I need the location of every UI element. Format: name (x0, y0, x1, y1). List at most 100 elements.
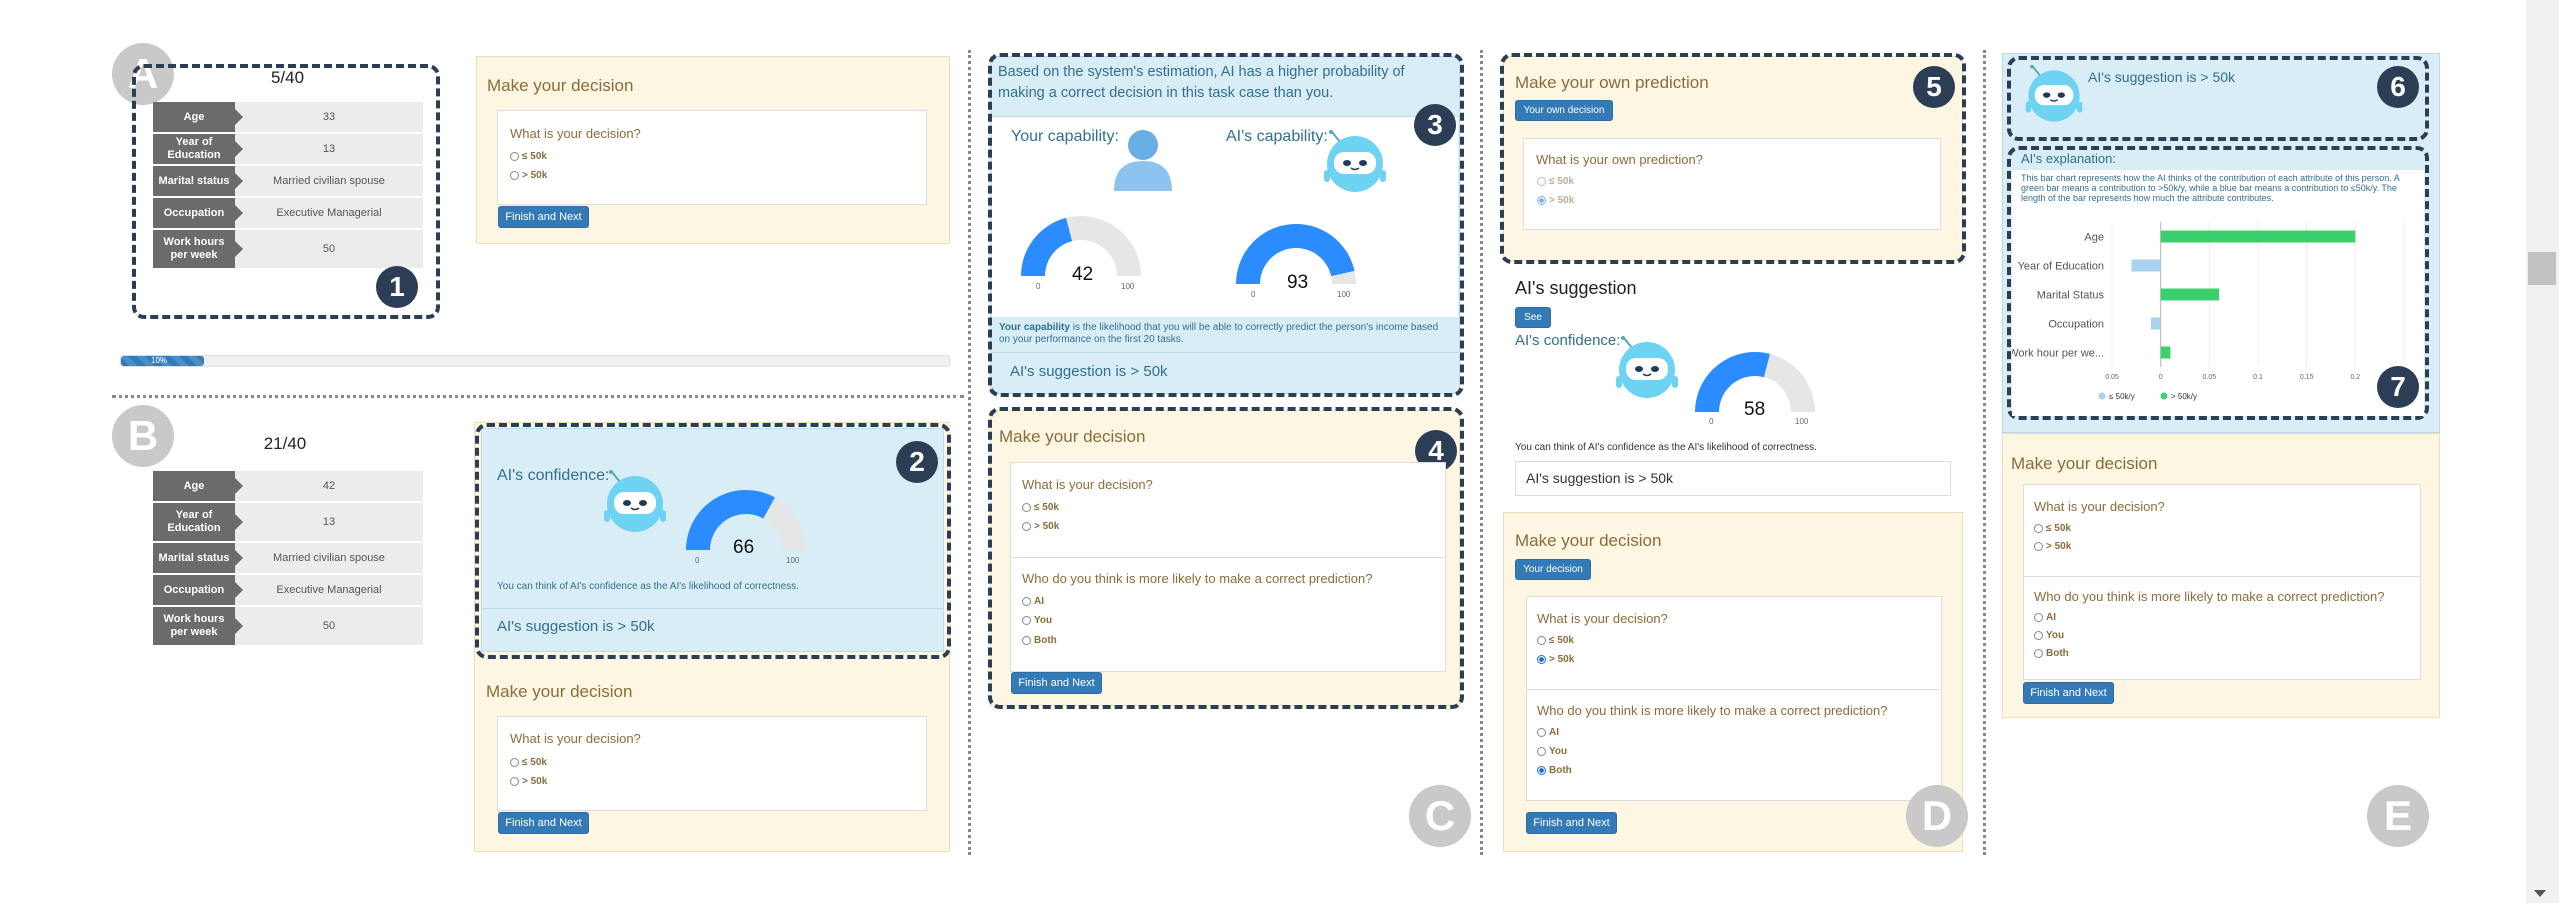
section-divider-ab (112, 395, 964, 398)
attr-label: Occupation (153, 575, 243, 605)
option-ai[interactable]: AI (1537, 727, 1559, 738)
finish-button[interactable]: Finish and Next (498, 812, 589, 834)
radio-icon[interactable] (2034, 631, 2043, 640)
radio-icon[interactable] (1537, 747, 1546, 756)
option-le-50k[interactable]: ≤ 50k (1022, 502, 1059, 513)
option-gt-50k[interactable]: > 50k (510, 170, 547, 181)
question-label: What is your decision? (1022, 477, 1153, 492)
radio-icon[interactable] (1537, 655, 1546, 664)
own-decision-button[interactable]: Your own decision (1515, 100, 1613, 121)
gauge-fill (686, 489, 775, 550)
ai-suggestion: AI's suggestion is > 50k (1010, 363, 1168, 380)
legend-label: > 50k/y (2171, 392, 2197, 401)
robot-icon (1320, 130, 1390, 198)
progress-fill: 10% (121, 356, 204, 366)
radio-icon[interactable] (1022, 503, 1031, 512)
attribute-table: Age 42 Year of Education 13 Marital status… (153, 469, 423, 647)
category-label: Marital Status (2037, 290, 2105, 302)
table-row: Occupation Executive Managerial (153, 198, 423, 228)
x-tick-label: 0 (2159, 374, 2163, 381)
see-button[interactable]: See (1515, 307, 1551, 328)
label-e: E (2367, 785, 2429, 847)
radio-icon[interactable] (1022, 616, 1031, 625)
attr-label: Marital status (153, 543, 243, 573)
task-counter: 5/40 (270, 68, 305, 87)
option-both[interactable]: Both (1022, 635, 1057, 646)
capability-intro: Based on the system's estimation, AI has… (998, 64, 1405, 101)
option-you[interactable]: You (1537, 746, 1567, 757)
radio-icon[interactable] (1537, 728, 1546, 737)
radio-icon[interactable] (510, 758, 519, 767)
attr-value: 13 (235, 134, 423, 164)
gauge-max: 100 (1795, 417, 1809, 426)
radio-icon[interactable] (510, 152, 519, 161)
option-le-50k[interactable]: ≤ 50k (510, 757, 547, 768)
finish-button[interactable]: Finish and Next (1011, 672, 1102, 694)
radio-icon[interactable] (1022, 597, 1031, 606)
option-le-50k[interactable]: ≤ 50k (2034, 523, 2071, 534)
option-ai[interactable]: AI (1022, 596, 1044, 607)
bar (2160, 346, 2171, 359)
radio-icon[interactable] (1022, 636, 1031, 645)
option-gt-50k[interactable]: > 50k (1022, 521, 1059, 532)
attr-value: 13 (235, 503, 423, 541)
radio-icon[interactable] (1537, 636, 1546, 645)
ai-suggestion-title: AI's suggestion (1515, 278, 1637, 298)
confidence-label: AI's confidence: (1515, 332, 1621, 349)
table-row: Marital status Married civilian spouse (153, 543, 423, 573)
option-le-50k[interactable]: ≤ 50k (510, 151, 547, 162)
option-gt-50k[interactable]: > 50k (510, 776, 547, 787)
panel-title: Make your decision (486, 682, 633, 701)
divider (992, 352, 1458, 353)
option-gt-50k[interactable]: > 50k (1537, 195, 1574, 206)
option-gt-50k[interactable]: > 50k (1537, 654, 1574, 665)
option-you[interactable]: You (1022, 615, 1052, 626)
radio-icon[interactable] (2034, 524, 2043, 533)
option-both[interactable]: Both (2034, 648, 2069, 659)
radio-icon[interactable] (1537, 196, 1546, 205)
your-decision-button[interactable]: Your decision (1515, 559, 1591, 580)
radio-icon[interactable] (1537, 177, 1546, 186)
panel-title: Make your decision (999, 427, 1146, 446)
finish-button[interactable]: Finish and Next (2023, 682, 2114, 704)
scroll-down-arrow-icon[interactable] (2534, 890, 2546, 897)
own-prediction-title: Make your own prediction (1515, 73, 1709, 92)
attr-value: Married civilian spouse (235, 543, 423, 573)
question-label: What is your decision? (510, 126, 641, 141)
finish-button[interactable]: Finish and Next (1526, 812, 1617, 834)
radio-icon[interactable] (1022, 522, 1031, 531)
gauge-min: 0 (695, 556, 700, 565)
option-ai[interactable]: AI (2034, 612, 2056, 623)
radio-icon[interactable] (1537, 766, 1546, 775)
bar (2131, 259, 2161, 272)
gauge-max: 100 (1121, 282, 1135, 291)
option-both[interactable]: Both (1537, 765, 1572, 776)
x-tick-label: 0.05 (2203, 374, 2217, 381)
radio-icon[interactable] (2034, 649, 2043, 658)
person-icon (1110, 125, 1176, 191)
radio-icon[interactable] (510, 777, 519, 786)
robot-icon (2022, 64, 2086, 128)
radio-icon[interactable] (510, 171, 519, 180)
page-scrollbar[interactable] (2526, 0, 2559, 903)
panel-title: Make your decision (487, 76, 634, 95)
option-you[interactable]: You (2034, 630, 2064, 641)
attr-value: 50 (235, 230, 423, 268)
radio-icon[interactable] (2034, 542, 2043, 551)
scrollbar-thumb[interactable] (2528, 252, 2556, 285)
badge-6: 6 (2377, 66, 2419, 108)
table-row: Work hours per week 50 (153, 230, 423, 268)
who-question-label: Who do you think is more likely to make … (1537, 703, 1888, 718)
question-box (497, 110, 927, 205)
divider (481, 608, 944, 609)
table-row: Occupation Executive Managerial (153, 575, 423, 605)
option-gt-50k[interactable]: > 50k (2034, 541, 2071, 552)
legend-label: ≤ 50k/y (2109, 392, 2135, 401)
panel-title: Make your decision (2011, 454, 2158, 473)
gauge-fill (1021, 217, 1073, 276)
option-le-50k[interactable]: ≤ 50k (1537, 176, 1574, 187)
finish-button[interactable]: Finish and Next (498, 206, 589, 228)
option-le-50k[interactable]: ≤ 50k (1537, 635, 1574, 646)
radio-icon[interactable] (2034, 613, 2043, 622)
attr-label: Year of Education (153, 503, 243, 541)
